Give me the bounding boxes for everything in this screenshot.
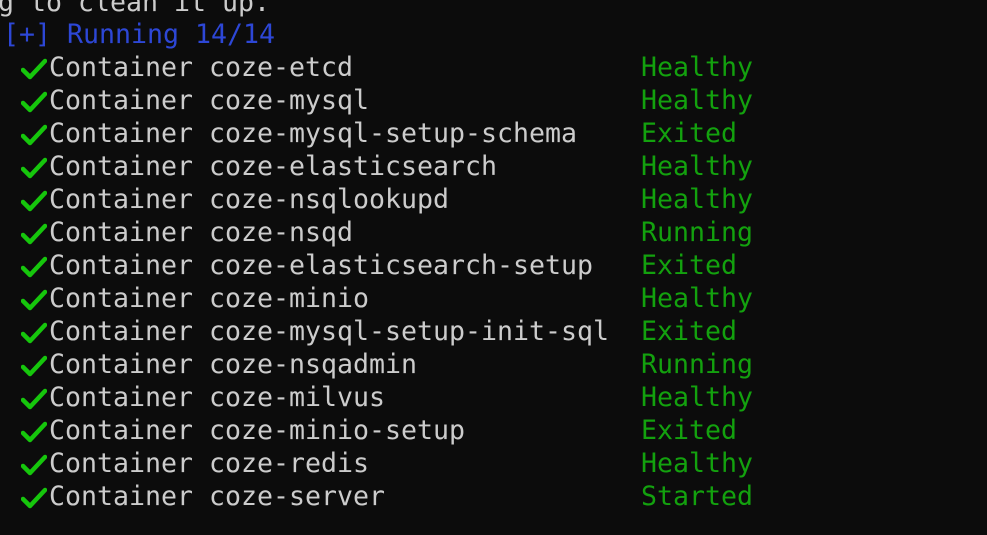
container-row: Container coze-minio Healthy bbox=[0, 282, 987, 315]
progress-line: [+] Running 14/14 bbox=[3, 19, 276, 50]
container-label: Container coze-nsqlookupd bbox=[49, 184, 450, 215]
check-icon bbox=[21, 256, 47, 278]
container-label: Container coze-mysql bbox=[49, 85, 370, 116]
terminal-window[interactable]: g to clean it up. [+] Running 14/14 Cont… bbox=[0, 0, 987, 535]
container-status: Healthy bbox=[641, 151, 753, 182]
container-label: Container coze-etcd bbox=[49, 52, 354, 83]
container-label: Container coze-mysql-setup-init-sql bbox=[49, 316, 610, 347]
container-status: Running bbox=[641, 349, 753, 380]
check-icon bbox=[21, 190, 47, 212]
container-row: Container coze-nsqadmin Running bbox=[0, 348, 987, 381]
container-status: Exited bbox=[641, 316, 737, 347]
container-row: Container coze-server Started bbox=[0, 480, 987, 513]
container-row: Container coze-nsqlookupd Healthy bbox=[0, 183, 987, 216]
check-icon bbox=[21, 157, 47, 179]
container-label: Container coze-server bbox=[49, 481, 386, 512]
container-status: Exited bbox=[641, 415, 737, 446]
container-label: Container coze-elasticsearch bbox=[49, 151, 498, 182]
container-status: Running bbox=[641, 217, 753, 248]
container-status: Started bbox=[641, 481, 753, 512]
check-icon bbox=[21, 421, 47, 443]
check-icon bbox=[21, 388, 47, 410]
container-row: Container coze-elasticsearch-setup Exite… bbox=[0, 249, 987, 282]
check-icon bbox=[21, 322, 47, 344]
container-row: Container coze-nsqd Running bbox=[0, 216, 987, 249]
container-row: Container coze-mysql-setup-init-sql Exit… bbox=[0, 315, 987, 348]
container-label: Container coze-nsqadmin bbox=[49, 349, 418, 380]
container-status: Healthy bbox=[641, 184, 753, 215]
container-row: Container coze-etcd Healthy bbox=[0, 51, 987, 84]
container-status: Healthy bbox=[641, 85, 753, 116]
check-icon bbox=[21, 124, 47, 146]
check-icon bbox=[21, 289, 47, 311]
container-status: Exited bbox=[641, 250, 737, 281]
container-row: Container coze-milvus Healthy bbox=[0, 381, 987, 414]
check-icon bbox=[21, 223, 47, 245]
container-label: Container coze-nsqd bbox=[49, 217, 354, 248]
container-label: Container coze-milvus bbox=[49, 382, 386, 413]
container-row: Container coze-mysql-setup-schema Exited bbox=[0, 117, 987, 150]
container-row: Container coze-mysql Healthy bbox=[0, 84, 987, 117]
container-row: Container coze-minio-setup Exited bbox=[0, 414, 987, 447]
container-label: Container coze-elasticsearch-setup bbox=[49, 250, 594, 281]
container-label: Container coze-redis bbox=[49, 448, 370, 479]
previous-output-line: g to clean it up. bbox=[0, 0, 271, 18]
check-icon bbox=[21, 58, 47, 80]
container-status: Healthy bbox=[641, 382, 753, 413]
container-status: Healthy bbox=[641, 283, 753, 314]
check-icon bbox=[21, 91, 47, 113]
container-row: Container coze-redis Healthy bbox=[0, 447, 987, 480]
container-label: Container coze-minio bbox=[49, 283, 370, 314]
check-icon bbox=[21, 454, 47, 476]
check-icon bbox=[21, 355, 47, 377]
container-status: Healthy bbox=[641, 448, 753, 479]
check-icon bbox=[21, 487, 47, 509]
container-status: Healthy bbox=[641, 52, 753, 83]
container-status: Exited bbox=[641, 118, 737, 149]
container-label: Container coze-minio-setup bbox=[49, 415, 466, 446]
container-label: Container coze-mysql-setup-schema bbox=[49, 118, 578, 149]
container-row: Container coze-elasticsearch Healthy bbox=[0, 150, 987, 183]
